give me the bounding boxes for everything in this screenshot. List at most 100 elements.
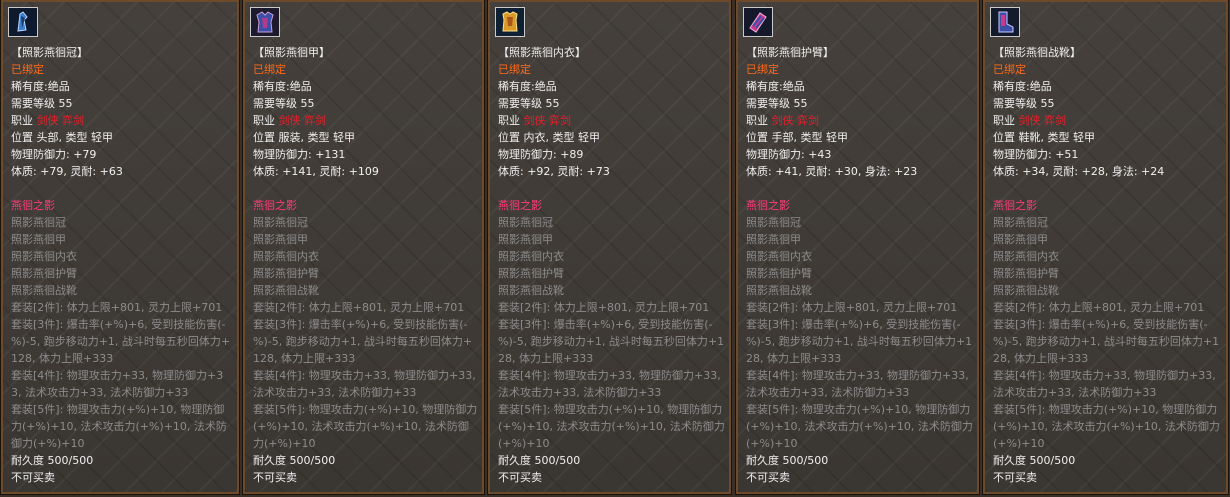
tooltip-strip: 【照影燕徊冠】 已绑定 稀有度:绝品 需要等级 55 职业 剑侠 弈剑 位置 头… xyxy=(0,0,1230,497)
set-piece: 照影燕徊冠 xyxy=(11,216,66,229)
attributes: 体质: +41, 灵耐: +30, 身法: +23 xyxy=(746,165,918,178)
set-piece: 照影燕徊冠 xyxy=(498,216,553,229)
bound-status: 已绑定 xyxy=(746,63,779,76)
set-bonus-5: 套装[5件]: 物理攻击力(+%)+10, 物理防御力(+%)+10, 法术攻击… xyxy=(746,403,973,450)
class-value: 剑侠 弈剑 xyxy=(278,114,327,127)
set-bonus-5: 套装[5件]: 物理攻击力(+%)+10, 物理防御力(+%)+10, 法术攻击… xyxy=(498,403,725,450)
set-piece: 照影燕徊战靴 xyxy=(746,284,812,297)
class-row: 职业 剑侠 弈剑 xyxy=(746,112,973,129)
bound-status: 已绑定 xyxy=(11,63,44,76)
class-label: 职业 xyxy=(993,114,1015,127)
rarity: 稀有度:绝品 xyxy=(253,80,312,93)
class-row: 职业 剑侠 弈剑 xyxy=(253,112,478,129)
trade-status: 不可买卖 xyxy=(11,471,55,484)
set-bonus-5: 套装[5件]: 物理攻击力(+%)+10, 物理防御力(+%)+10, 法术攻击… xyxy=(253,403,478,450)
set-bonus-4: 套装[4件]: 物理攻击力+33, 物理防御力+33, 法术攻击力+33, 法术… xyxy=(11,369,224,399)
durability: 耐久度 500/500 xyxy=(11,454,94,467)
required-level: 需要等级 55 xyxy=(993,97,1055,110)
set-piece: 照影燕徊冠 xyxy=(253,216,308,229)
set-bonus-3: 套装[3件]: 爆击率(+%)+6, 受到技能伤害(-%)-5, 跑步移动力+1… xyxy=(498,318,725,365)
item-name: 【照影燕徊战靴】 xyxy=(993,46,1081,59)
trade-status: 不可买卖 xyxy=(498,471,542,484)
class-row: 职业 剑侠 弈剑 xyxy=(498,112,725,129)
class-label: 职业 xyxy=(498,114,520,127)
set-piece: 照影燕徊护臂 xyxy=(993,267,1059,280)
item-tooltip-armor: 【照影燕徊甲】 已绑定 稀有度:绝品 需要等级 55 职业 剑侠 弈剑 位置 服… xyxy=(242,0,485,495)
bound-status: 已绑定 xyxy=(993,63,1026,76)
trade-status: 不可买卖 xyxy=(253,471,297,484)
set-bonus-5: 套装[5件]: 物理攻击力(+%)+10, 物理防御力(+%)+10, 法术攻击… xyxy=(11,403,227,450)
boots-icon xyxy=(990,7,1020,37)
set-name: 燕徊之影 xyxy=(746,199,790,212)
item-name: 【照影燕徊内衣】 xyxy=(498,46,586,59)
slot-type: 位置 服装, 类型 轻甲 xyxy=(253,131,355,144)
tooltip-text: 【照影燕徊内衣】 已绑定 稀有度:绝品 需要等级 55 职业 剑侠 弈剑 位置 … xyxy=(498,44,725,486)
trade-status: 不可买卖 xyxy=(993,471,1037,484)
attributes: 体质: +79, 灵耐: +63 xyxy=(11,165,123,178)
item-name: 【照影燕徊冠】 xyxy=(11,46,88,59)
slot-type: 位置 鞋靴, 类型 轻甲 xyxy=(993,131,1095,144)
trade-status: 不可买卖 xyxy=(746,471,790,484)
set-piece: 照影燕徊甲 xyxy=(11,233,66,246)
item-tooltip-bracer: 【照影燕徊护臂】 已绑定 稀有度:绝品 需要等级 55 职业 剑侠 弈剑 位置 … xyxy=(735,0,980,495)
durability: 耐久度 500/500 xyxy=(746,454,829,467)
set-piece: 照影燕徊内衣 xyxy=(498,250,564,263)
set-name: 燕徊之影 xyxy=(253,199,297,212)
set-piece: 照影燕徊战靴 xyxy=(11,284,77,297)
set-piece: 照影燕徊甲 xyxy=(746,233,801,246)
tooltip-text: 【照影燕徊甲】 已绑定 稀有度:绝品 需要等级 55 职业 剑侠 弈剑 位置 服… xyxy=(253,44,478,486)
set-bonus-3: 套装[3件]: 爆击率(+%)+6, 受到技能伤害(-%)-5, 跑步移动力+1… xyxy=(746,318,973,365)
set-piece: 照影燕徊护臂 xyxy=(11,267,77,280)
physical-defense: 物理防御力: +51 xyxy=(993,148,1079,161)
class-value: 剑侠 弈剑 xyxy=(36,114,85,127)
inner-vest-icon xyxy=(495,7,525,37)
set-bonus-2: 套装[2件]: 体力上限+801, 灵力上限+701 xyxy=(498,301,710,314)
slot-type: 位置 内衣, 类型 轻甲 xyxy=(498,131,600,144)
set-piece: 照影燕徊内衣 xyxy=(993,250,1059,263)
class-label: 职业 xyxy=(253,114,275,127)
set-name: 燕徊之影 xyxy=(993,199,1037,212)
set-piece: 照影燕徊冠 xyxy=(993,216,1048,229)
bound-status: 已绑定 xyxy=(498,63,531,76)
set-piece: 照影燕徊战靴 xyxy=(993,284,1059,297)
set-bonus-4: 套装[4件]: 物理攻击力+33, 物理防御力+33, 法术攻击力+33, 法术… xyxy=(253,369,476,399)
set-bonus-3: 套装[3件]: 爆击率(+%)+6, 受到技能伤害(-%)-5, 跑步移动力+1… xyxy=(11,318,231,365)
set-piece: 照影燕徊战靴 xyxy=(498,284,564,297)
rarity: 稀有度:绝品 xyxy=(498,80,557,93)
physical-defense: 物理防御力: +43 xyxy=(746,148,832,161)
attributes: 体质: +141, 灵耐: +109 xyxy=(253,165,379,178)
rarity: 稀有度:绝品 xyxy=(746,80,805,93)
attributes: 体质: +34, 灵耐: +28, 身法: +24 xyxy=(993,165,1165,178)
set-bonus-2: 套装[2件]: 体力上限+801, 灵力上限+701 xyxy=(746,301,958,314)
item-tooltip-inner-vest: 【照影燕徊内衣】 已绑定 稀有度:绝品 需要等级 55 职业 剑侠 弈剑 位置 … xyxy=(487,0,732,495)
durability: 耐久度 500/500 xyxy=(253,454,336,467)
set-bonus-2: 套装[2件]: 体力上限+801, 灵力上限+701 xyxy=(993,301,1205,314)
class-value: 剑侠 弈剑 xyxy=(1018,114,1067,127)
class-value: 剑侠 弈剑 xyxy=(523,114,572,127)
class-label: 职业 xyxy=(746,114,768,127)
set-piece: 照影燕徊内衣 xyxy=(253,250,319,263)
physical-defense: 物理防御力: +131 xyxy=(253,148,346,161)
set-name: 燕徊之影 xyxy=(11,199,55,212)
bracer-icon xyxy=(743,7,773,37)
set-piece: 照影燕徊甲 xyxy=(993,233,1048,246)
set-bonus-3: 套装[3件]: 爆击率(+%)+6, 受到技能伤害(-%)-5, 跑步移动力+1… xyxy=(253,318,473,365)
set-bonus-5: 套装[5件]: 物理攻击力(+%)+10, 物理防御力(+%)+10, 法术攻击… xyxy=(993,403,1220,450)
required-level: 需要等级 55 xyxy=(746,97,808,110)
set-bonus-2: 套装[2件]: 体力上限+801, 灵力上限+701 xyxy=(253,301,465,314)
item-tooltip-boots: 【照影燕徊战靴】 已绑定 稀有度:绝品 需要等级 55 职业 剑侠 弈剑 位置 … xyxy=(982,0,1229,495)
set-name: 燕徊之影 xyxy=(498,199,542,212)
set-bonus-4: 套装[4件]: 物理攻击力+33, 物理防御力+33, 法术攻击力+33, 法术… xyxy=(993,369,1216,399)
required-level: 需要等级 55 xyxy=(253,97,315,110)
set-piece: 照影燕徊内衣 xyxy=(11,250,77,263)
set-piece: 照影燕徊护臂 xyxy=(253,267,319,280)
set-bonus-2: 套装[2件]: 体力上限+801, 灵力上限+701 xyxy=(11,301,223,314)
armor-icon xyxy=(250,7,280,37)
tooltip-text: 【照影燕徊护臂】 已绑定 稀有度:绝品 需要等级 55 职业 剑侠 弈剑 位置 … xyxy=(746,44,973,486)
attributes: 体质: +92, 灵耐: +73 xyxy=(498,165,610,178)
set-bonus-4: 套装[4件]: 物理攻击力+33, 物理防御力+33, 法术攻击力+33, 法术… xyxy=(746,369,969,399)
set-piece: 照影燕徊甲 xyxy=(253,233,308,246)
tooltip-text: 【照影燕徊战靴】 已绑定 稀有度:绝品 需要等级 55 职业 剑侠 弈剑 位置 … xyxy=(993,44,1222,486)
slot-type: 位置 头部, 类型 轻甲 xyxy=(11,131,113,144)
helmet-icon xyxy=(8,7,38,37)
